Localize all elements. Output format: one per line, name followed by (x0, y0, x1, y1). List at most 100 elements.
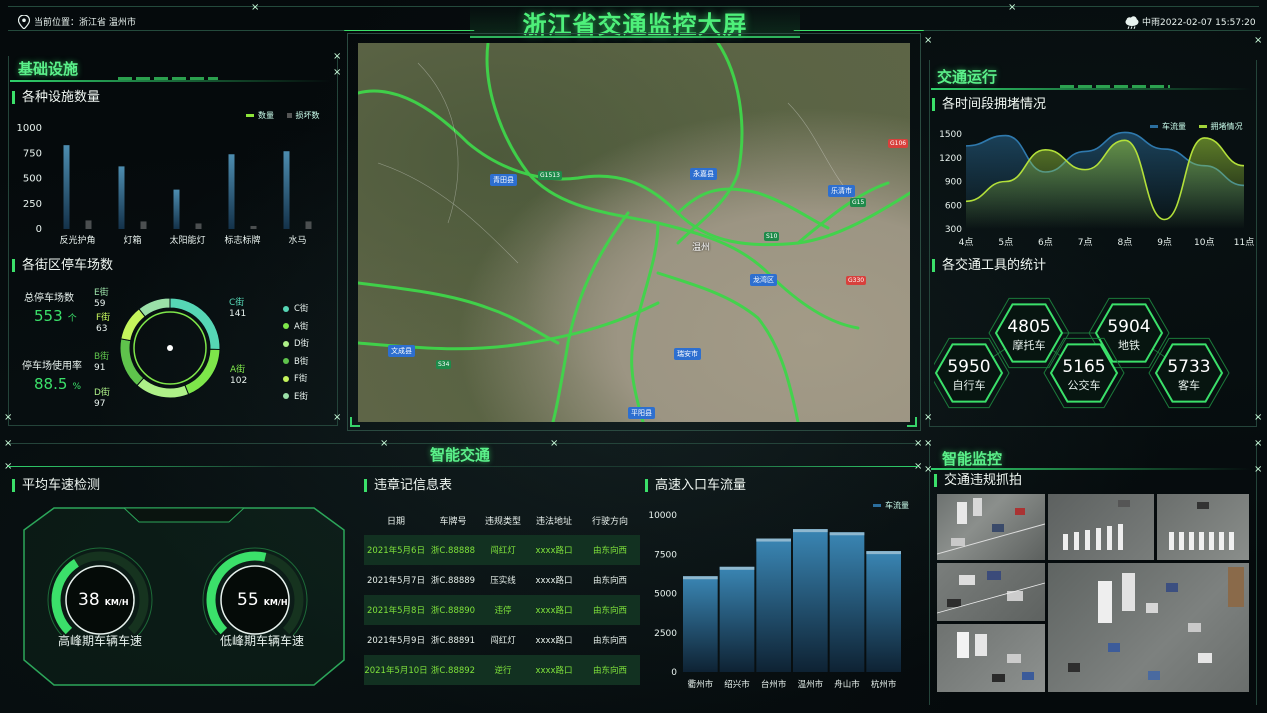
parking-total: 553 个 (34, 306, 77, 325)
parking-rate-unit: % (72, 382, 82, 392)
map-label: S34 (436, 360, 452, 369)
cell: xxxx路口 (535, 576, 573, 586)
facility-title: 各种设施数量 (12, 91, 100, 104)
cell: 2021年5月10日 (364, 655, 428, 685)
y-tick-label: 1000 (17, 123, 42, 134)
cell: xxxx路口 (528, 535, 580, 565)
bar (866, 551, 901, 672)
capture-image[interactable] (1048, 494, 1154, 560)
cell: 2021年5月9日 (367, 636, 425, 646)
street-name: F街 (96, 313, 111, 323)
congestion-title: 各时间段拥堵情况 (932, 98, 1046, 111)
cell: xxxx路口 (528, 655, 580, 685)
street-c: C街 141 (229, 298, 246, 320)
cell: 浙C.88892 (428, 655, 478, 685)
pie-slice (169, 297, 221, 351)
street-value: 63 (96, 324, 108, 334)
map-label: 瑞安市 (674, 348, 701, 360)
y-tick-label: 7500 (654, 550, 677, 560)
weather-text: 中雨 (1142, 18, 1161, 28)
tool-value: 5950 (947, 357, 990, 377)
x-tick-label: 反光护角 (59, 234, 95, 246)
x-tick-label: 标志标牌 (224, 234, 260, 246)
parking-rate: 88.5 % (34, 374, 81, 393)
violations-table: 日期 车牌号 违规类型 违法地址 行驶方向 2021年5月6日 浙C.88888 闯… (364, 505, 640, 685)
parking-rate-value: 88.5 (34, 375, 68, 393)
map-label: 乐清市 (828, 185, 855, 197)
col-type: 违规类型 (484, 516, 521, 527)
pie-slice (120, 308, 146, 342)
x-tick-label: 台州市 (761, 679, 787, 690)
x-tick-label: 绍兴市 (724, 679, 750, 690)
street-f: F街 63 (96, 313, 110, 335)
capture-image[interactable] (936, 563, 1046, 621)
tool-label: 自行车 (953, 378, 986, 392)
tool-label: 摩托车 (1013, 338, 1046, 352)
bar-cap (683, 576, 718, 580)
bar-damage (250, 225, 257, 229)
weather-datetime: 中雨2022-02-07 15:57:20 (1142, 15, 1256, 28)
legend-label: D街 (294, 339, 310, 349)
low-speed-unit: KM/H (263, 598, 288, 607)
capture-image[interactable] (1048, 563, 1249, 692)
x-tick-label: 4点 (959, 237, 974, 248)
infra-section-title: 基础设施 (18, 60, 79, 78)
y-tick-label: 0 (671, 668, 677, 678)
parking-donut (119, 297, 221, 399)
table-row[interactable]: 2021年5月6日 浙C.88888 闯红灯 xxxx路口 由东向西 (364, 535, 640, 565)
monitor-section-title: 智能监控 (942, 450, 1003, 468)
smart-section-title: 智能交通 (430, 446, 491, 464)
bar-damage (140, 221, 147, 229)
map-label: 平阳县 (628, 407, 655, 419)
map-view[interactable]: 青田县 永嘉县 乐清市 温州 龙湾区 文成县 瑞安市 平阳县 G1513 G15… (358, 43, 910, 422)
capture-image[interactable] (1157, 494, 1249, 560)
location-pin-icon (17, 14, 31, 33)
legend-label: E街 (294, 391, 308, 402)
y-tick-label: 1200 (939, 154, 962, 164)
legend-item: F街 (283, 371, 309, 389)
tool-label: 客车 (1178, 378, 1200, 392)
cell: 逆行 (478, 655, 528, 685)
location-label: 当前位置： (34, 18, 80, 28)
col-date: 日期 (386, 516, 405, 527)
cell: 由东向西 (580, 595, 640, 625)
traffic-section-title: 交通运行 (937, 68, 998, 86)
congestion-chart: 300 600 900 1200 1500 4点 5点 6点 7点 8点 9点 10点 11点 (939, 130, 1254, 248)
table-row[interactable]: 2021年5月7日 浙C.88889 压实线 xxxx路口 由东向西 (364, 565, 640, 595)
capture-image[interactable] (937, 624, 1045, 692)
map-label: G15 (850, 198, 867, 207)
map-label: 永嘉县 (690, 168, 717, 180)
x-tick-label: 9点 (1157, 237, 1172, 248)
bar-count (63, 145, 70, 229)
x-tick-label: 太阳能灯 (169, 234, 205, 246)
cell: 压实线 (490, 576, 516, 586)
cell: 2021年5月6日 (364, 535, 428, 565)
y-tick-label: 300 (945, 225, 962, 235)
parking-total-label: 总停车场数 (24, 293, 74, 304)
table-row[interactable]: 2021年5月10日 浙C.88892 逆行 xxxx路口 由东向西 (364, 655, 640, 685)
x-tick-label: 7点 (1078, 237, 1093, 248)
map-label: G330 (846, 276, 867, 285)
col-plate: 车牌号 (439, 516, 467, 527)
map-label: S10 (764, 232, 780, 241)
cell: 闯红灯 (478, 535, 528, 565)
x-tick-label: 5点 (998, 237, 1013, 248)
cell: 浙C.88888 (428, 535, 478, 565)
violations-title: 违章记信息表 (364, 479, 452, 492)
parking-legend: C街 A街 D街 B街 F街 E街 (283, 301, 309, 406)
legend-item: B街 (283, 354, 309, 372)
bar (756, 538, 791, 672)
parking-rate-label: 停车场使用率 (22, 361, 82, 372)
capture-image[interactable] (936, 494, 1046, 560)
cell: xxxx路口 (535, 636, 573, 646)
street-name: C街 (229, 298, 245, 308)
table-row[interactable]: 2021年5月9日 浙C.88891 闯红灯 xxxx路口 由东向西 (364, 625, 640, 655)
table-row[interactable]: 2021年5月8日 浙C.88890 违停 xxxx路口 由东向西 (364, 595, 640, 625)
y-tick-label: 750 (23, 148, 42, 159)
cell: 浙C.88890 (428, 595, 478, 625)
bar-damage (85, 220, 92, 229)
bar-cap (756, 538, 791, 542)
low-speed-readout: 55 KM/H (237, 590, 288, 610)
datetime-text: 2022-02-07 15:57:20 (1160, 18, 1256, 28)
map-label: 龙湾区 (750, 274, 777, 286)
